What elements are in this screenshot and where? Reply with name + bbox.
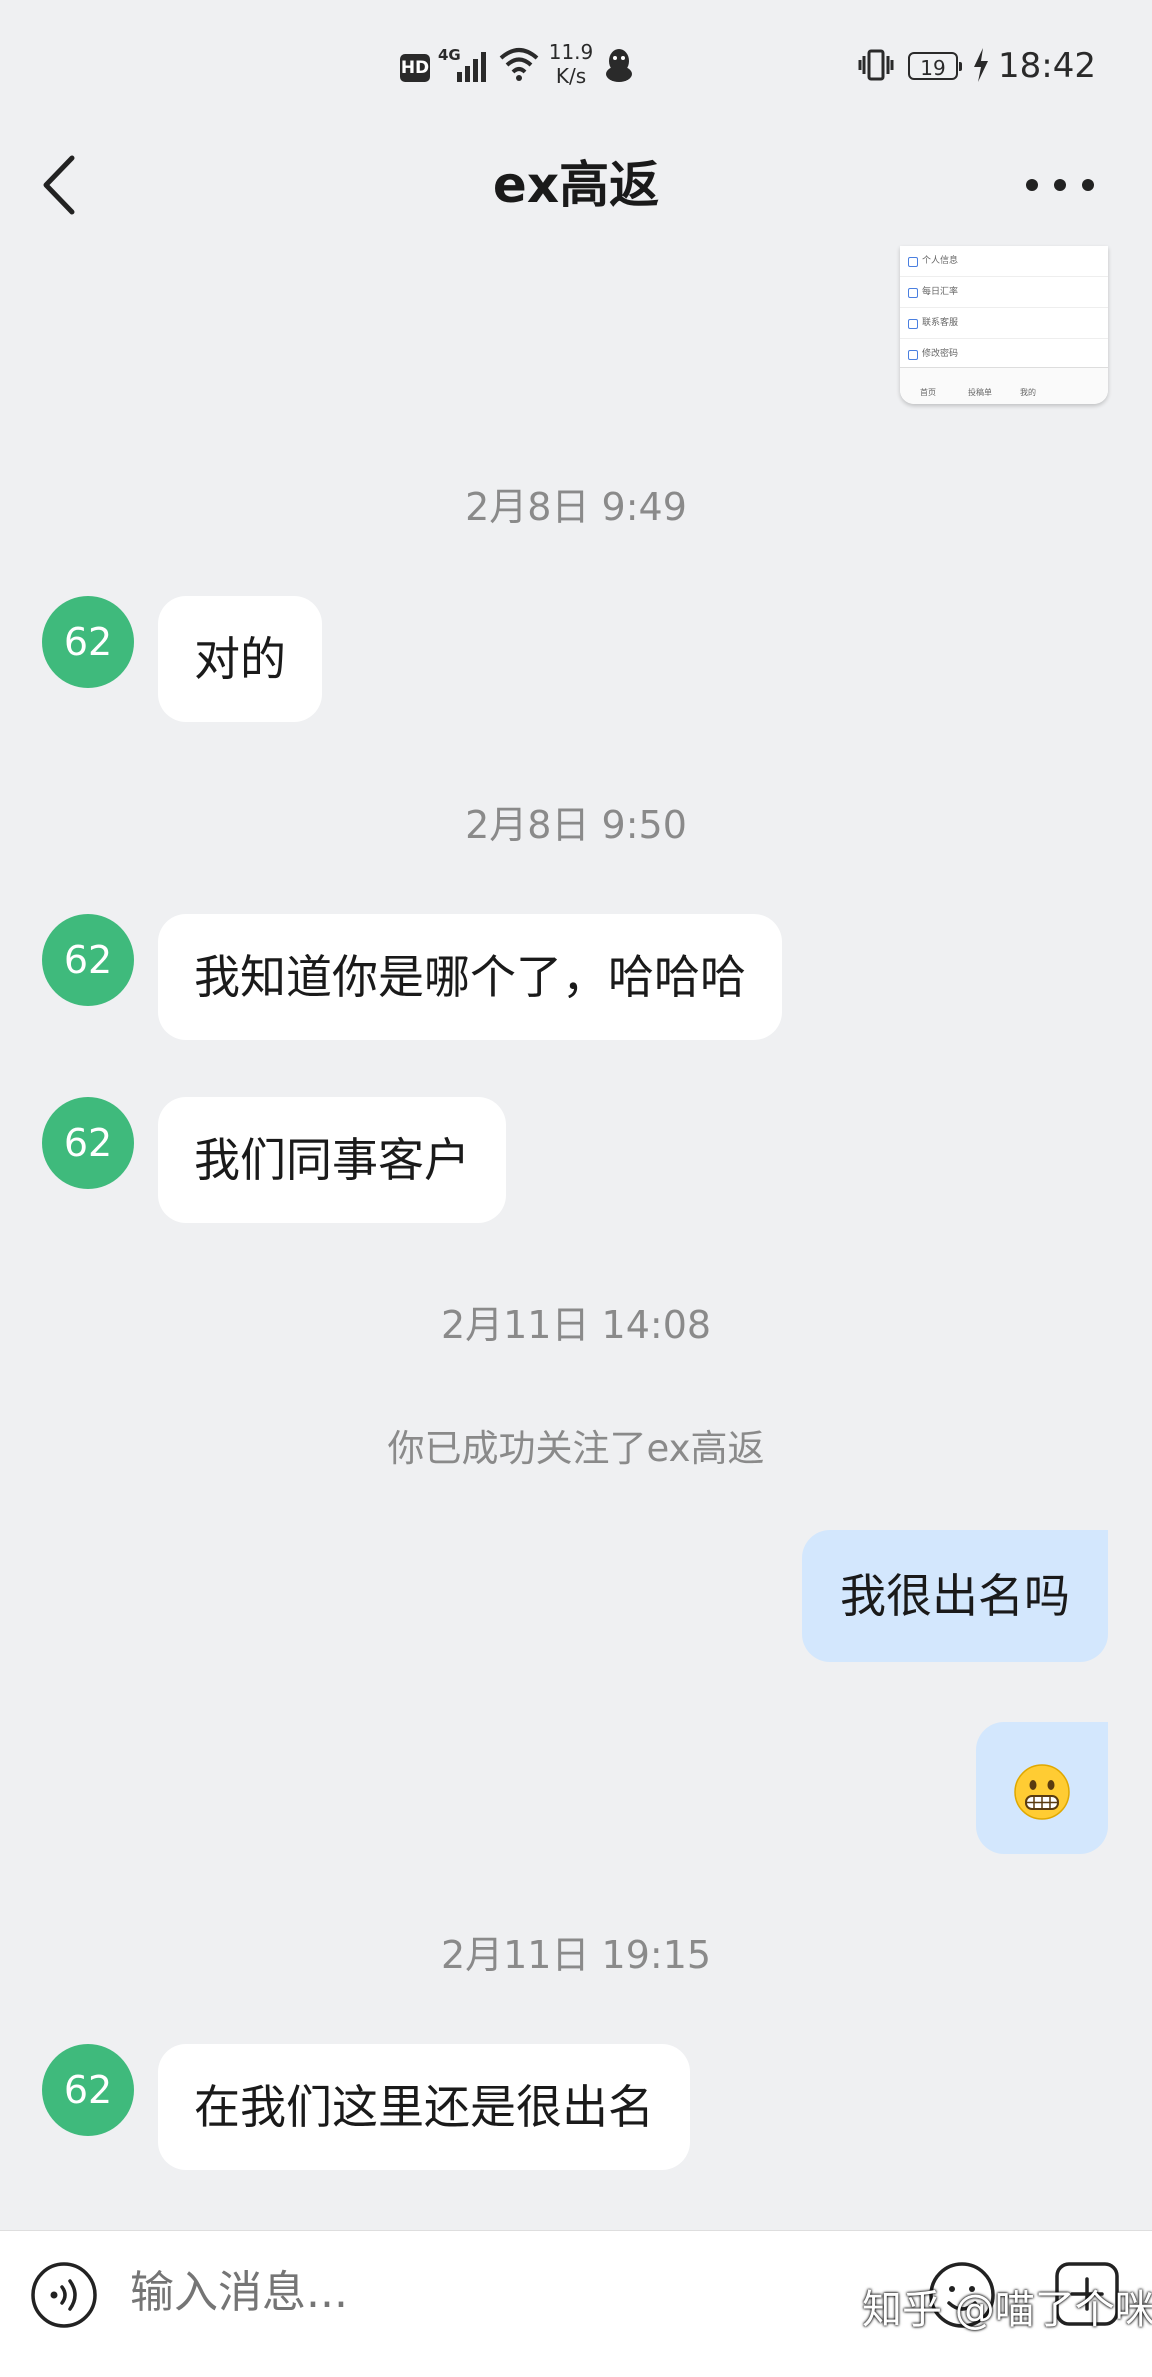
voice-input-icon[interactable]: [30, 2261, 98, 2329]
system-notice: 你已成功关注了ex高返: [387, 1427, 765, 1470]
wifi-icon: [499, 48, 539, 81]
timestamp: 2月11日 14:08: [440, 1303, 712, 1347]
preview-row: 修改密码: [900, 339, 1108, 370]
qq-icon: [606, 49, 632, 82]
outgoing-message[interactable]: 我很出名吗: [802, 1530, 1108, 1662]
vibrate-icon: [858, 49, 894, 81]
incoming-message[interactable]: 在我们这里还是很出名: [158, 2044, 690, 2170]
avatar[interactable]: 62: [42, 596, 134, 688]
avatar[interactable]: 62: [42, 914, 134, 1006]
avatar[interactable]: 62: [42, 1097, 134, 1189]
incoming-message[interactable]: 我们同事客户: [158, 1097, 506, 1223]
incoming-message[interactable]: 我知道你是哪个了，哈哈哈: [158, 914, 782, 1040]
watermark: 知乎 @喵了个咪啊: [862, 2287, 1152, 2333]
preview-row: 联系客服: [900, 308, 1108, 339]
incoming-message[interactable]: 对的: [158, 596, 322, 722]
hd-badge: HD: [400, 54, 430, 82]
more-options-icon[interactable]: [1022, 170, 1098, 200]
screenshot-image-message[interactable]: 个人信息 每日汇率 联系客服 修改密码 首页 投稿单 我的: [900, 246, 1108, 404]
charging-icon: [974, 48, 988, 82]
timestamp: 2月8日 9:49: [465, 485, 687, 529]
chat-header: ex高返: [0, 130, 1152, 240]
preview-row: 每日汇率: [900, 277, 1108, 308]
timestamp: 2月8日 9:50: [465, 803, 687, 847]
message-input[interactable]: [130, 2267, 650, 2318]
network-speed: 11.9 K/s: [548, 40, 594, 88]
outgoing-emoji-message[interactable]: [976, 1722, 1108, 1854]
signal-icon: [457, 52, 486, 82]
avatar[interactable]: 62: [42, 2044, 134, 2136]
battery-icon: 19: [908, 52, 962, 80]
preview-tabbar: 首页 投稿单 我的: [900, 367, 1108, 404]
timestamp: 2月11日 19:15: [440, 1933, 712, 1977]
clock: 18:42: [998, 46, 1096, 86]
status-bar: HD 4G 11.9 K/s 19 18:42: [0, 0, 1152, 130]
preview-row: 个人信息: [900, 246, 1108, 277]
grimacing-face-icon: [1014, 1763, 1070, 1820]
message-input-bar: 知乎 @喵了个咪啊: [0, 2230, 1152, 2377]
chat-title: ex高返: [492, 156, 660, 214]
